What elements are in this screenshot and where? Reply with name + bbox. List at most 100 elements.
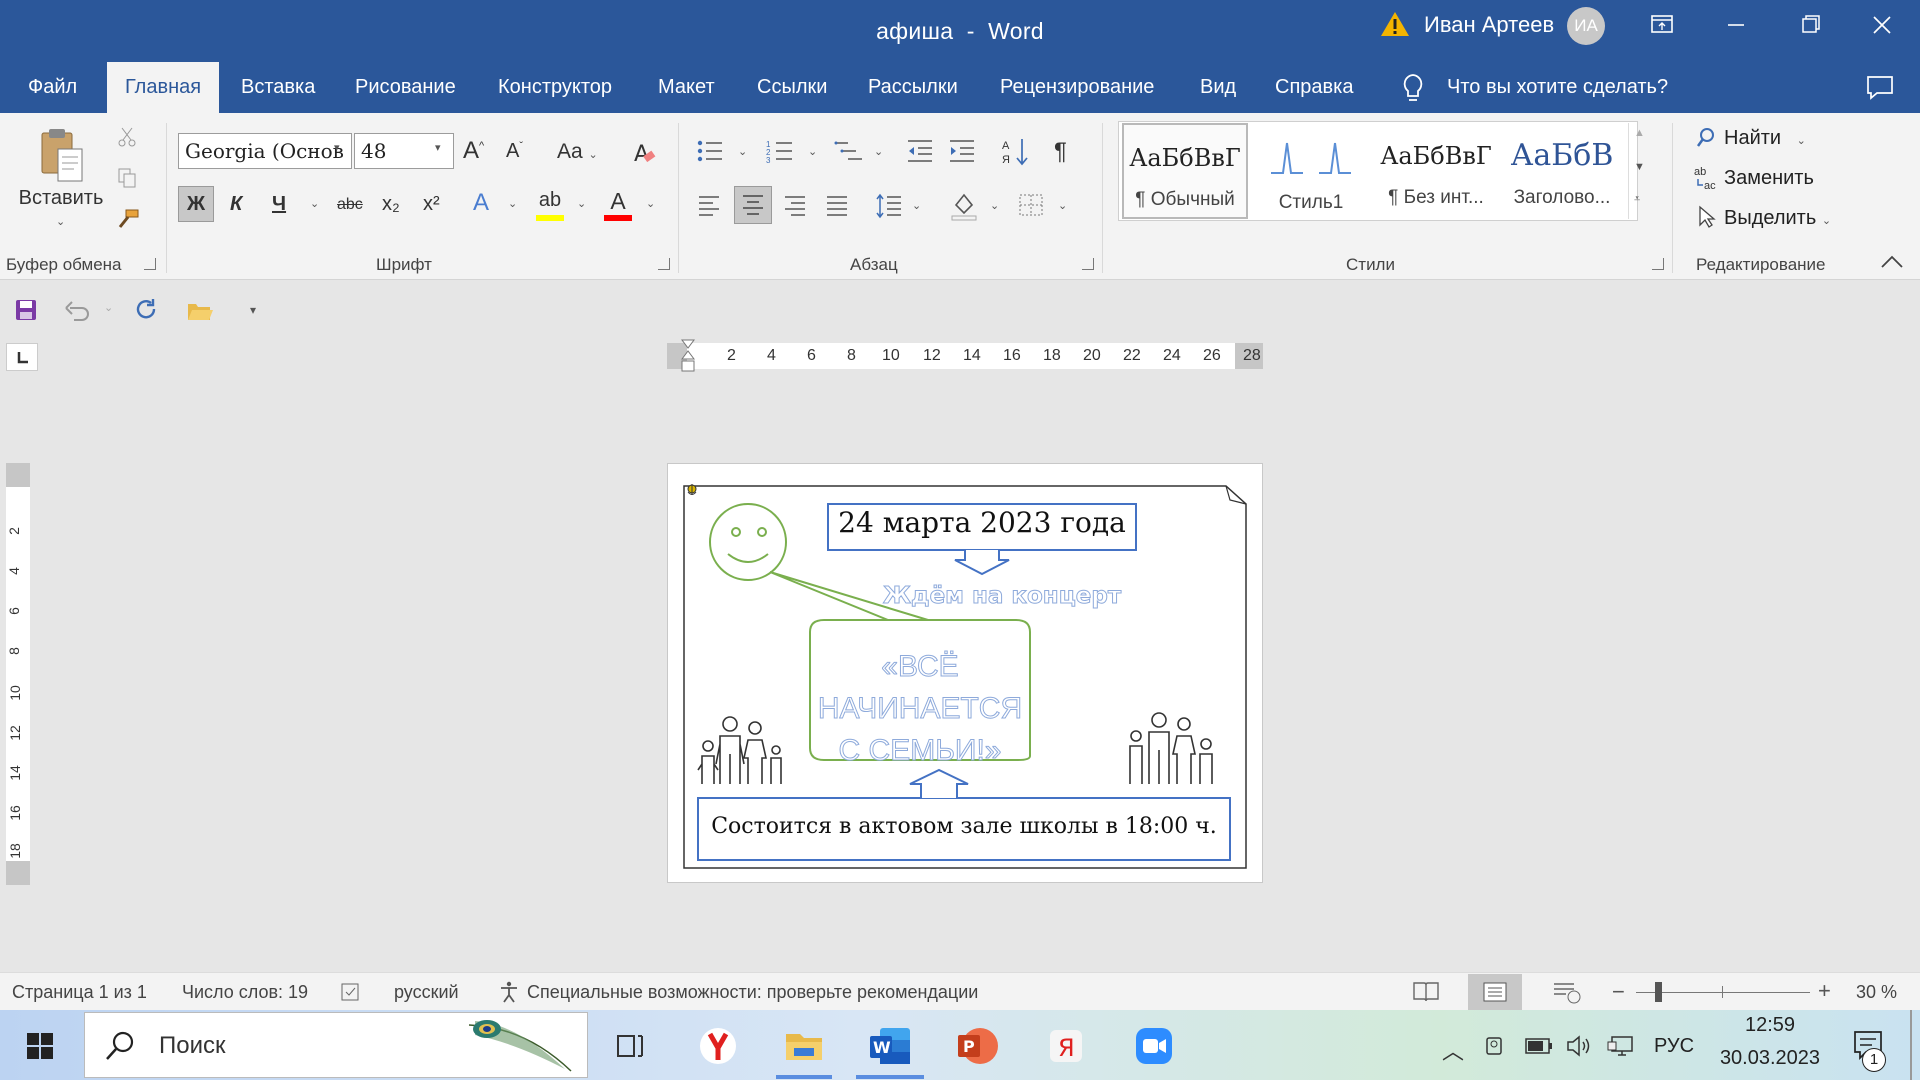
avatar[interactable]: ИА bbox=[1567, 7, 1605, 45]
horizontal-ruler[interactable]: 2 4 6 8 10 12 14 16 18 20 22 24 26 28 bbox=[667, 339, 1263, 372]
accessibility-icon[interactable] bbox=[498, 981, 522, 1003]
vertical-ruler[interactable]: 2 4 6 8 10 12 14 16 18 bbox=[6, 463, 30, 885]
tab-home[interactable]: Главная bbox=[107, 62, 219, 113]
clear-formatting-icon[interactable]: A bbox=[630, 139, 658, 167]
document-page[interactable]: 24 марта 2023 года Ждём на концерт «ВСЁ … bbox=[667, 463, 1263, 883]
style-normal[interactable]: АаБбВвГ ¶ Обычный bbox=[1122, 123, 1248, 219]
highlight-button[interactable]: ab bbox=[536, 189, 564, 225]
tab-review[interactable]: Рецензирование bbox=[1000, 62, 1154, 113]
tab-mailings[interactable]: Рассылки bbox=[868, 62, 958, 113]
style-no-spacing[interactable]: АаБбВвГ ¶ Без инт... bbox=[1374, 123, 1498, 219]
tab-design[interactable]: Конструктор bbox=[498, 62, 612, 113]
warning-icon[interactable] bbox=[1380, 10, 1410, 38]
multilevel-dropdown-icon[interactable]: ⌄ bbox=[874, 145, 883, 158]
show-desktop[interactable] bbox=[1910, 1010, 1912, 1080]
select-cursor-icon[interactable] bbox=[1696, 205, 1716, 229]
sort-icon[interactable]: AЯ bbox=[1002, 137, 1030, 167]
highlight-dropdown-icon[interactable]: ⌄ bbox=[577, 197, 586, 210]
styles-scroll[interactable]: ▲ ▼ ⩡ bbox=[1628, 123, 1648, 219]
change-case-button[interactable]: Aa ⌄ bbox=[557, 140, 598, 164]
line-spacing-dropdown-icon[interactable]: ⌄ bbox=[912, 199, 921, 212]
styles-up-icon[interactable]: ▲ bbox=[1634, 127, 1645, 139]
undo-icon[interactable] bbox=[64, 298, 92, 322]
minimize-icon[interactable] bbox=[1714, 8, 1758, 42]
strikethrough-button[interactable]: abc bbox=[337, 196, 363, 214]
align-center-button[interactable] bbox=[734, 186, 772, 224]
tab-layout[interactable]: Макет bbox=[658, 62, 715, 113]
style-heading1[interactable]: АаБбВ Заголово... bbox=[1500, 123, 1624, 219]
copy-icon[interactable] bbox=[116, 167, 138, 189]
read-mode-icon[interactable] bbox=[1412, 980, 1440, 1004]
shrink-font-button[interactable]: Aˇ bbox=[506, 140, 523, 163]
open-folder-icon[interactable] bbox=[186, 300, 214, 322]
shading-icon[interactable] bbox=[950, 191, 978, 221]
styles-down-icon[interactable]: ▼ bbox=[1634, 161, 1645, 173]
battery-icon[interactable] bbox=[1524, 1036, 1554, 1056]
close-icon[interactable] bbox=[1860, 8, 1904, 42]
text-effects-dropdown-icon[interactable]: ⌄ bbox=[508, 197, 517, 210]
decrease-indent-icon[interactable] bbox=[906, 139, 934, 163]
styles-more-icon[interactable]: ⩡ bbox=[1634, 193, 1640, 206]
replace-button[interactable]: Заменить bbox=[1724, 167, 1814, 190]
proofing-icon[interactable] bbox=[340, 982, 362, 1002]
find-icon[interactable] bbox=[1696, 127, 1716, 149]
volume-icon[interactable] bbox=[1566, 1034, 1592, 1058]
zoom-level[interactable]: 30 % bbox=[1856, 982, 1897, 1003]
select-button[interactable]: Выделить ⌄ bbox=[1724, 207, 1831, 230]
replace-icon[interactable]: ab ac bbox=[1694, 165, 1720, 191]
zoom-in-button[interactable]: + bbox=[1818, 978, 1831, 1004]
underline-button[interactable]: Ч bbox=[272, 193, 286, 216]
tab-insert[interactable]: Вставка bbox=[241, 62, 315, 113]
taskbar-search[interactable]: Поиск bbox=[84, 1012, 588, 1078]
bold-button[interactable]: Ж bbox=[178, 186, 214, 222]
network-icon[interactable] bbox=[1606, 1034, 1636, 1058]
font-color-button[interactable]: A bbox=[604, 189, 632, 225]
font-size-dropdown-icon[interactable]: ▾ bbox=[435, 141, 441, 154]
windows-start-icon[interactable] bbox=[26, 1032, 54, 1060]
multilevel-list-icon[interactable] bbox=[834, 139, 864, 163]
paste-button[interactable]: Вставить bbox=[18, 187, 104, 210]
paste-dropdown-icon[interactable]: ⌄ bbox=[56, 215, 65, 228]
styles-launcher-icon[interactable] bbox=[1652, 258, 1664, 270]
numbering-icon[interactable]: 123 bbox=[766, 139, 796, 163]
user-name[interactable]: Иван Артеев bbox=[1424, 12, 1554, 38]
line-spacing-icon[interactable] bbox=[875, 193, 903, 219]
tab-draw[interactable]: Рисование bbox=[355, 62, 456, 113]
accessibility-status[interactable]: Специальные возможности: проверьте реком… bbox=[527, 982, 978, 1003]
show-hidden-icons[interactable]: ︿ bbox=[1442, 1034, 1464, 1066]
subscript-button[interactable]: x₂ bbox=[382, 193, 400, 216]
numbering-dropdown-icon[interactable]: ⌄ bbox=[808, 145, 817, 158]
justify-icon[interactable] bbox=[825, 195, 849, 217]
borders-dropdown-icon[interactable]: ⌄ bbox=[1058, 199, 1067, 212]
tab-stop-selector[interactable] bbox=[6, 343, 38, 371]
increase-indent-icon[interactable] bbox=[948, 139, 976, 163]
task-view-icon[interactable] bbox=[602, 1018, 658, 1074]
font-launcher-icon[interactable] bbox=[658, 258, 670, 270]
tab-references[interactable]: Ссылки bbox=[757, 62, 827, 113]
text-effects-button[interactable]: A bbox=[473, 189, 489, 217]
save-icon[interactable] bbox=[14, 298, 38, 322]
restore-icon[interactable] bbox=[1788, 8, 1832, 42]
word-app-icon[interactable]: W bbox=[862, 1018, 918, 1074]
paragraph-launcher-icon[interactable] bbox=[1082, 258, 1094, 270]
tab-view[interactable]: Вид bbox=[1200, 62, 1236, 113]
comments-icon[interactable] bbox=[1865, 74, 1895, 100]
superscript-button[interactable]: x² bbox=[423, 193, 440, 216]
italic-button[interactable]: К bbox=[230, 193, 242, 216]
web-layout-icon[interactable] bbox=[1552, 980, 1582, 1004]
show-formatting-button[interactable]: ¶ bbox=[1054, 138, 1067, 166]
keyboard-language[interactable]: РУС bbox=[1654, 1035, 1694, 1058]
align-left-icon[interactable] bbox=[697, 195, 721, 217]
tab-file[interactable]: Файл bbox=[28, 62, 77, 113]
tab-help[interactable]: Справка bbox=[1275, 62, 1353, 113]
grow-font-button[interactable]: A^ bbox=[463, 137, 484, 165]
format-painter-icon[interactable] bbox=[114, 207, 140, 233]
zoom-slider[interactable] bbox=[1636, 992, 1810, 993]
find-button[interactable]: Найти ⌄ bbox=[1724, 127, 1806, 150]
bullets-dropdown-icon[interactable]: ⌄ bbox=[738, 145, 747, 158]
print-layout-button[interactable] bbox=[1468, 974, 1522, 1010]
page-count[interactable]: Страница 1 из 1 bbox=[12, 982, 147, 1003]
tell-me-search[interactable]: Что вы хотите сделать? bbox=[1447, 62, 1668, 112]
shading-dropdown-icon[interactable]: ⌄ bbox=[990, 199, 999, 212]
zoom-thumb[interactable] bbox=[1655, 982, 1662, 1002]
